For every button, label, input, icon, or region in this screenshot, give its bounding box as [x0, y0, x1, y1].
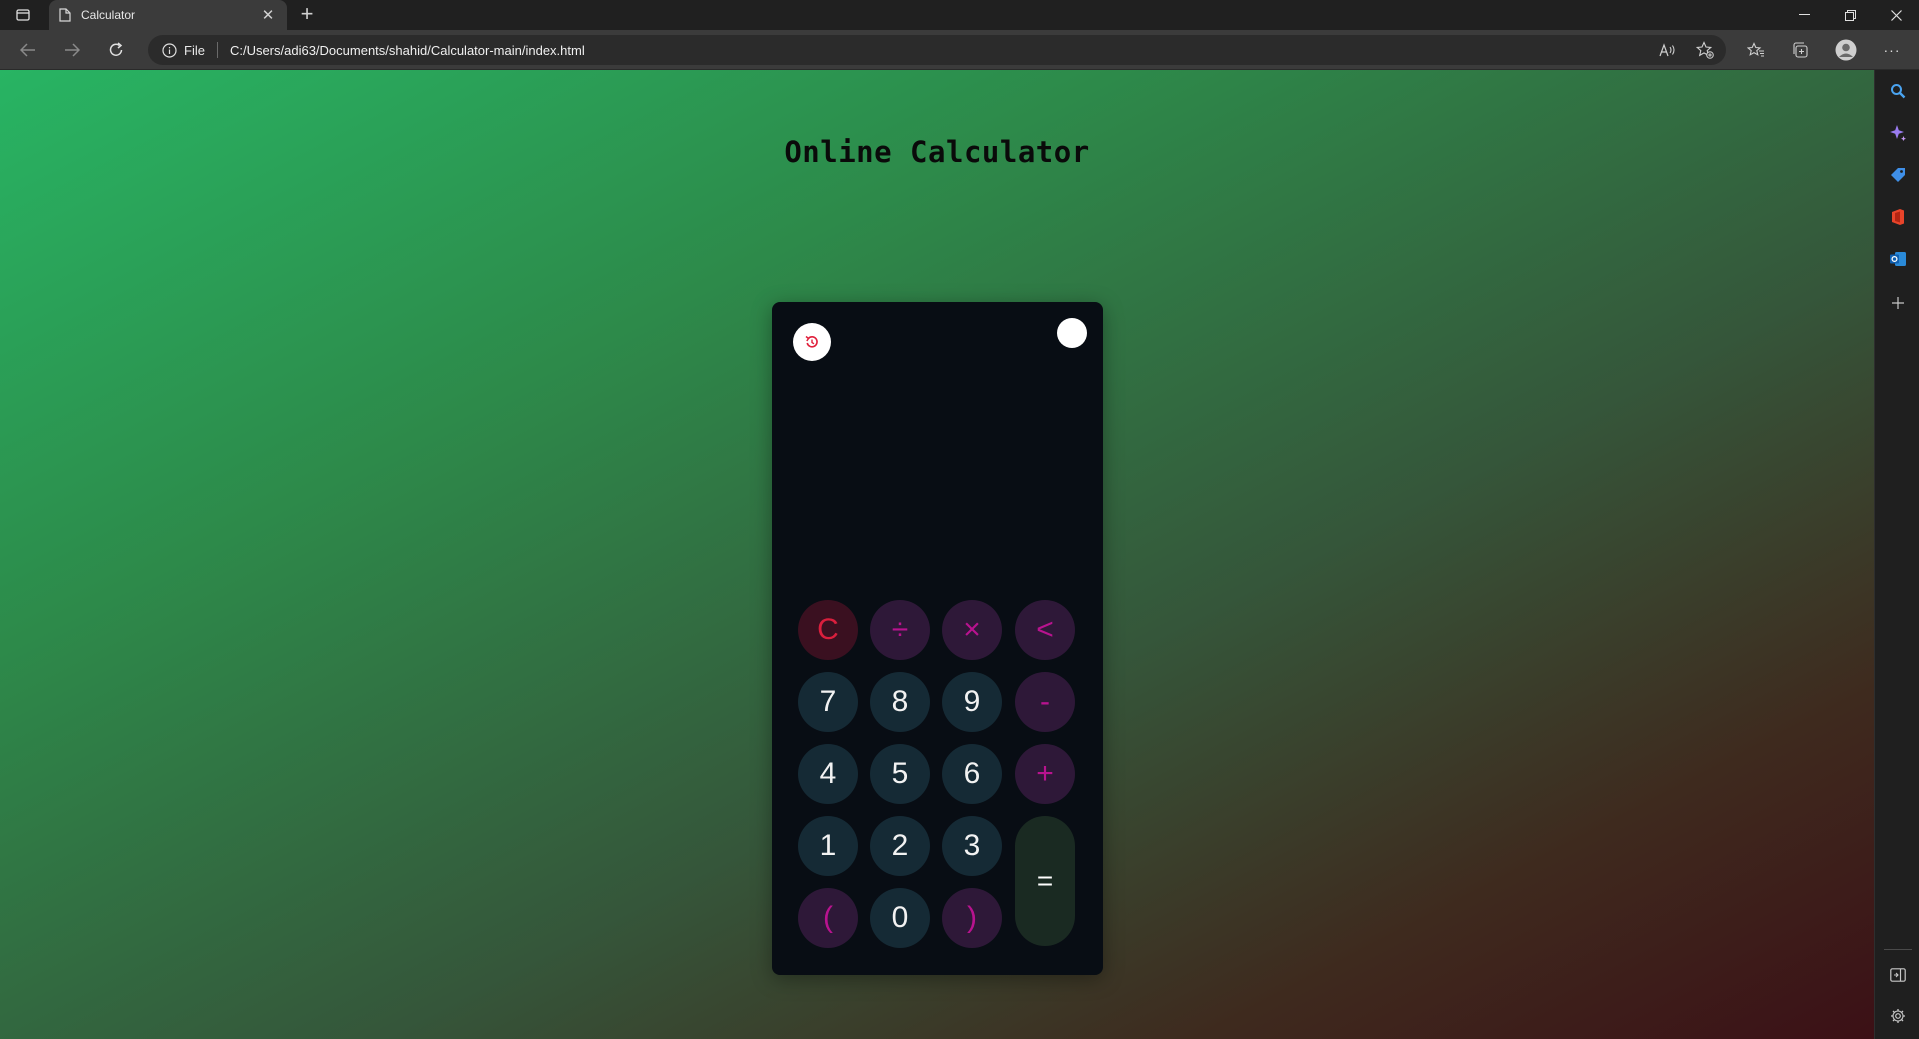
back-button[interactable]	[12, 36, 44, 64]
restore-button[interactable]	[1827, 0, 1873, 30]
forward-button[interactable]	[56, 36, 88, 64]
multiply-button[interactable]: ×	[942, 600, 1002, 660]
restore-icon	[1844, 9, 1856, 21]
calculator: C ÷ × < 7 8 9 - 4 5 6 + 1 2 3 = ( 0 )	[772, 302, 1103, 975]
key-8[interactable]: 8	[870, 672, 930, 732]
tab-actions-icon	[16, 9, 30, 21]
open-paren-button[interactable]: (	[798, 888, 858, 948]
close-window-button[interactable]	[1873, 0, 1919, 30]
sidebar-divider	[1884, 949, 1912, 950]
collections-icon	[1793, 42, 1808, 58]
sidebar-search-button[interactable]	[1875, 74, 1919, 108]
url-text[interactable]: C:/Users/adi63/Documents/shahid/Calculat…	[230, 43, 585, 58]
plus-icon	[1891, 297, 1904, 309]
profile-button[interactable]	[1830, 36, 1862, 64]
backspace-button[interactable]: <	[1015, 600, 1075, 660]
minimize-icon	[1798, 14, 1810, 15]
tab-title: Calculator	[81, 8, 136, 22]
key-4[interactable]: 4	[798, 744, 858, 804]
address-divider	[216, 42, 218, 58]
favorites-icon	[1747, 42, 1764, 57]
tab-close-icon[interactable]: ✕	[259, 6, 277, 24]
arrow-left-icon	[20, 43, 35, 57]
equals-button[interactable]: =	[1015, 816, 1075, 946]
search-icon	[1890, 84, 1905, 99]
sidebar-shopping-button[interactable]	[1875, 158, 1919, 192]
key-7[interactable]: 7	[798, 672, 858, 732]
key-9[interactable]: 9	[942, 672, 1002, 732]
key-3[interactable]: 3	[942, 816, 1002, 876]
avatar-icon	[1835, 39, 1857, 61]
divide-button[interactable]: ÷	[870, 600, 930, 660]
more-button[interactable]: ···	[1876, 36, 1908, 64]
browser-toolbar: File C:/Users/adi63/Documents/shahid/Cal…	[0, 30, 1919, 70]
key-2[interactable]: 2	[870, 816, 930, 876]
key-0[interactable]: 0	[870, 888, 930, 948]
sidebar-hide-button[interactable]	[1875, 958, 1919, 992]
info-icon	[162, 42, 177, 58]
close-paren-button[interactable]: )	[942, 888, 1002, 948]
minus-button[interactable]: -	[1015, 672, 1075, 732]
page-icon	[59, 8, 71, 22]
refresh-button[interactable]	[100, 36, 132, 64]
favorites-button[interactable]	[1740, 36, 1772, 64]
copilot-icon	[1889, 125, 1906, 141]
new-tab-button[interactable]: +	[295, 3, 319, 27]
outlook-icon	[1889, 252, 1906, 266]
plus-button[interactable]: +	[1015, 744, 1075, 804]
tab-actions-button[interactable]	[8, 4, 38, 26]
read-aloud-icon	[1659, 43, 1675, 57]
history-button[interactable]	[793, 323, 831, 361]
scheme-label: File	[184, 42, 205, 58]
key-5[interactable]: 5	[870, 744, 930, 804]
clear-button[interactable]: C	[798, 600, 858, 660]
star-add-icon	[1696, 41, 1714, 59]
sidebar-add-button[interactable]	[1875, 286, 1919, 320]
sidebar-office-button[interactable]	[1875, 200, 1919, 234]
arrow-right-icon	[65, 43, 80, 57]
office-icon	[1891, 209, 1904, 225]
sidebar-copilot-button[interactable]	[1875, 116, 1919, 150]
close-icon	[1890, 9, 1902, 21]
browser-tab[interactable]: Calculator ✕	[49, 0, 287, 30]
page-viewport: Online Calculator C ÷ × < 7 8 9 - 4 5 6 …	[0, 70, 1874, 1039]
add-favorite-button[interactable]	[1689, 36, 1721, 64]
theme-toggle[interactable]	[1057, 318, 1087, 348]
sidebar-settings-button[interactable]	[1875, 999, 1919, 1033]
minimize-button[interactable]	[1781, 0, 1827, 30]
address-bar[interactable]: File C:/Users/adi63/Documents/shahid/Cal…	[148, 35, 1726, 65]
key-1[interactable]: 1	[798, 816, 858, 876]
tag-icon	[1890, 168, 1905, 182]
history-icon	[805, 335, 818, 348]
gear-icon	[1890, 1009, 1905, 1023]
refresh-icon	[109, 42, 123, 56]
hide-sidebar-icon	[1889, 968, 1906, 982]
page-title: Online Calculator	[784, 135, 1090, 169]
key-6[interactable]: 6	[942, 744, 1002, 804]
read-aloud-button[interactable]	[1652, 36, 1684, 64]
calculator-display	[792, 377, 1083, 587]
site-info-button[interactable]: File	[162, 43, 205, 58]
browser-sidebar	[1874, 70, 1919, 1039]
browser-titlebar: Calculator ✕ +	[0, 0, 1919, 30]
collections-button[interactable]	[1784, 36, 1816, 64]
sidebar-outlook-button[interactable]	[1875, 242, 1919, 276]
